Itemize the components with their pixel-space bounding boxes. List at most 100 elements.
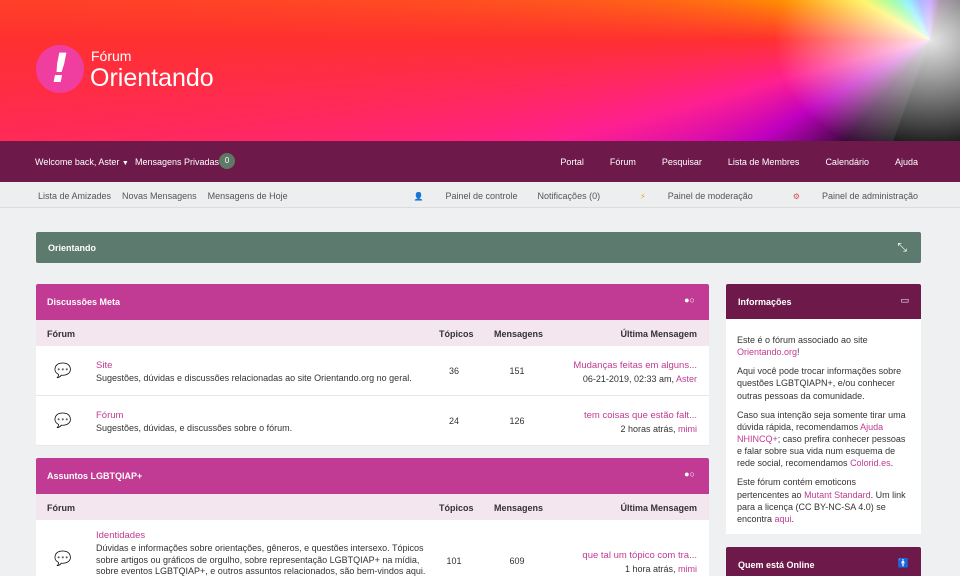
online-panel: Quem está Online 🚹 xyxy=(726,547,921,576)
last-post: Mudanças feitas em alguns... 06-21-2019,… xyxy=(573,360,697,384)
info-text: . xyxy=(890,458,894,469)
info-text: Este é o fórum associado ao site xyxy=(737,335,868,345)
collapse-icon[interactable]: ⤡ xyxy=(897,240,907,255)
chat-bubbles-icon: 💬 xyxy=(54,362,72,378)
category-assuntos-lgbtqiap: Assuntos LGBTQIAP+ ●○ Fórum Tópicos Mens… xyxy=(36,458,709,576)
toggle-icon[interactable]: ●○ xyxy=(684,469,695,479)
info-paragraph-2: Aqui você pode trocar informações sobre … xyxy=(737,366,902,401)
forum-name[interactable]: Identidades xyxy=(96,530,145,541)
main-navbar: Welcome back, Aster ▼ Mensagens Privadas… xyxy=(0,141,960,182)
chat-bubbles-icon: 💬 xyxy=(54,550,72,566)
category-discussoes-meta: Discussões Meta ●○ Fórum Tópicos Mensage… xyxy=(36,284,709,446)
breadcrumb-label[interactable]: Orientando xyxy=(48,243,96,253)
orientando-link[interactable]: Orientando.org xyxy=(737,347,797,357)
message-count: 151 xyxy=(509,366,525,376)
column-headers: Fórum Tópicos Mensagens Última Mensagem xyxy=(36,320,709,346)
info-panel-header: Informações ▭ xyxy=(726,284,921,319)
todays-messages-link[interactable]: Mensagens de Hoje xyxy=(208,191,288,201)
nav-help[interactable]: Ajuda xyxy=(895,157,918,167)
welcome-menu[interactable]: Welcome back, Aster ▼ xyxy=(35,157,129,167)
mutant-standard-link[interactable]: Mutant Standard xyxy=(804,490,871,500)
info-panel: Informações ▭ Este é o fórum associado a… xyxy=(726,284,921,534)
category-title[interactable]: Discussões Meta xyxy=(47,297,120,307)
colorides-link[interactable]: Colorid.es xyxy=(850,458,891,468)
private-messages-link[interactable]: Mensagens Privadas xyxy=(135,157,219,167)
col-last: Última Mensagem xyxy=(620,329,697,339)
col-forum: Fórum xyxy=(47,329,75,339)
topic-count: 36 xyxy=(448,366,459,376)
id-card-icon[interactable]: ▭ xyxy=(900,295,909,306)
online-panel-header: Quem está Online 🚹 xyxy=(726,547,921,576)
last-post-title[interactable]: que tal um tópico com tra... xyxy=(582,550,697,561)
last-post-title[interactable]: Mudanças feitas em alguns... xyxy=(573,360,697,371)
online-panel-title: Quem está Online xyxy=(738,560,815,570)
caret-down-icon: ▼ xyxy=(121,160,129,167)
mod-panel-link[interactable]: ⚡ Painel de moderação xyxy=(620,191,753,201)
nav-members[interactable]: Lista de Membres xyxy=(728,157,800,167)
info-paragraph-3: Caso sua intenção seja somente tirar uma… xyxy=(737,409,910,470)
person-icon[interactable]: 🚹 xyxy=(898,558,909,569)
last-post-date: 06-21-2019, 02:33 am, xyxy=(582,374,676,384)
info-panel-body: Este é o fórum associado ao site Orienta… xyxy=(726,319,921,542)
breadcrumb: Orientando ⤡ xyxy=(36,232,921,263)
notifications-link[interactable]: Notificações (0) xyxy=(538,191,601,201)
nav-calendar[interactable]: Calendário xyxy=(825,157,869,167)
info-paragraph-1: Este é o fórum associado ao site Orienta… xyxy=(737,334,910,358)
friends-list-link[interactable]: Lista de Amizades xyxy=(38,191,111,201)
col-last: Última Mensagem xyxy=(620,503,697,513)
col-topics: Tópicos xyxy=(439,503,474,513)
col-topics: Tópicos xyxy=(439,329,474,339)
gear-icon: ⚙ xyxy=(792,192,800,201)
topic-count: 24 xyxy=(448,416,459,426)
last-post: que tal um tópico com tra... 1 hora atrá… xyxy=(582,550,697,574)
category-title[interactable]: Assuntos LGBTQIAP+ xyxy=(47,471,142,481)
sub-navbar: Lista de Amizades Novas Mensagens Mensag… xyxy=(0,182,960,208)
last-post-user[interactable]: Aster xyxy=(676,374,697,384)
mod-panel-label: Painel de moderação xyxy=(667,191,753,201)
new-messages-link[interactable]: Novas Mensagens xyxy=(122,191,197,201)
column-headers: Fórum Tópicos Mensagens Última Mensagem xyxy=(36,494,709,520)
last-post-user[interactable]: mimi xyxy=(678,564,697,574)
message-count: 609 xyxy=(509,556,525,566)
forum-name[interactable]: Site xyxy=(96,360,112,371)
nav-forum[interactable]: Fórum xyxy=(610,157,636,167)
admin-panel-link[interactable]: ⚙ Painel de administração xyxy=(773,191,918,201)
pm-count-badge: 0 xyxy=(219,153,235,169)
forum-row: 💬 Identidades Dúvidas e informações sobr… xyxy=(36,520,709,576)
welcome-text: Welcome back, Aster xyxy=(35,157,120,167)
toggle-icon[interactable]: ●○ xyxy=(684,295,695,305)
topic-count: 101 xyxy=(446,556,462,566)
info-panel-title: Informações xyxy=(738,297,792,307)
forum-desc: Dúvidas e informações sobre orientações,… xyxy=(96,543,426,576)
forum-row: 💬 Fórum Sugestões, dúvidas, e discussões… xyxy=(36,396,709,446)
info-text: ! xyxy=(797,347,800,358)
control-panel-link[interactable]: 👤 Painel de controle xyxy=(394,191,518,201)
header-banner: ! Fórum Orientando xyxy=(0,0,960,141)
logo-icon[interactable]: ! xyxy=(36,45,84,93)
logo-text-big[interactable]: Orientando xyxy=(90,64,214,93)
category-header: Assuntos LGBTQIAP+ ●○ xyxy=(36,458,709,494)
forum-name[interactable]: Fórum xyxy=(96,410,123,421)
last-post-date: 2 horas atrás, xyxy=(620,424,678,434)
license-link[interactable]: aqui xyxy=(775,514,792,524)
last-post-date: 1 hora atrás, xyxy=(624,564,678,574)
control-panel-label: Painel de controle xyxy=(445,191,518,201)
message-count: 126 xyxy=(509,416,525,426)
col-messages: Mensagens xyxy=(494,329,544,339)
nav-search[interactable]: Pesquisar xyxy=(662,157,702,167)
bolt-icon: ⚡ xyxy=(640,192,646,201)
user-icon: 👤 xyxy=(413,192,424,201)
chat-bubbles-icon: 💬 xyxy=(54,412,72,428)
forum-row: 💬 Site Sugestões, dúvidas e discussões r… xyxy=(36,346,709,396)
info-paragraph-4: Este fórum contém emoticons pertencentes… xyxy=(737,476,910,525)
nav-links: Portal Fórum Pesquisar Lista de Membres … xyxy=(534,157,918,167)
last-post: tem coisas que estão falt... 2 horas atr… xyxy=(584,410,697,434)
nav-portal[interactable]: Portal xyxy=(560,157,584,167)
last-post-user[interactable]: mimi xyxy=(678,424,697,434)
logo-text-small[interactable]: Fórum xyxy=(91,48,131,64)
admin-panel-label: Painel de administração xyxy=(821,191,918,201)
category-header: Discussões Meta ●○ xyxy=(36,284,709,320)
info-text: . xyxy=(791,513,795,524)
forum-desc: Sugestões, dúvidas, e discussões sobre o… xyxy=(96,423,293,433)
last-post-title[interactable]: tem coisas que estão falt... xyxy=(584,410,697,421)
